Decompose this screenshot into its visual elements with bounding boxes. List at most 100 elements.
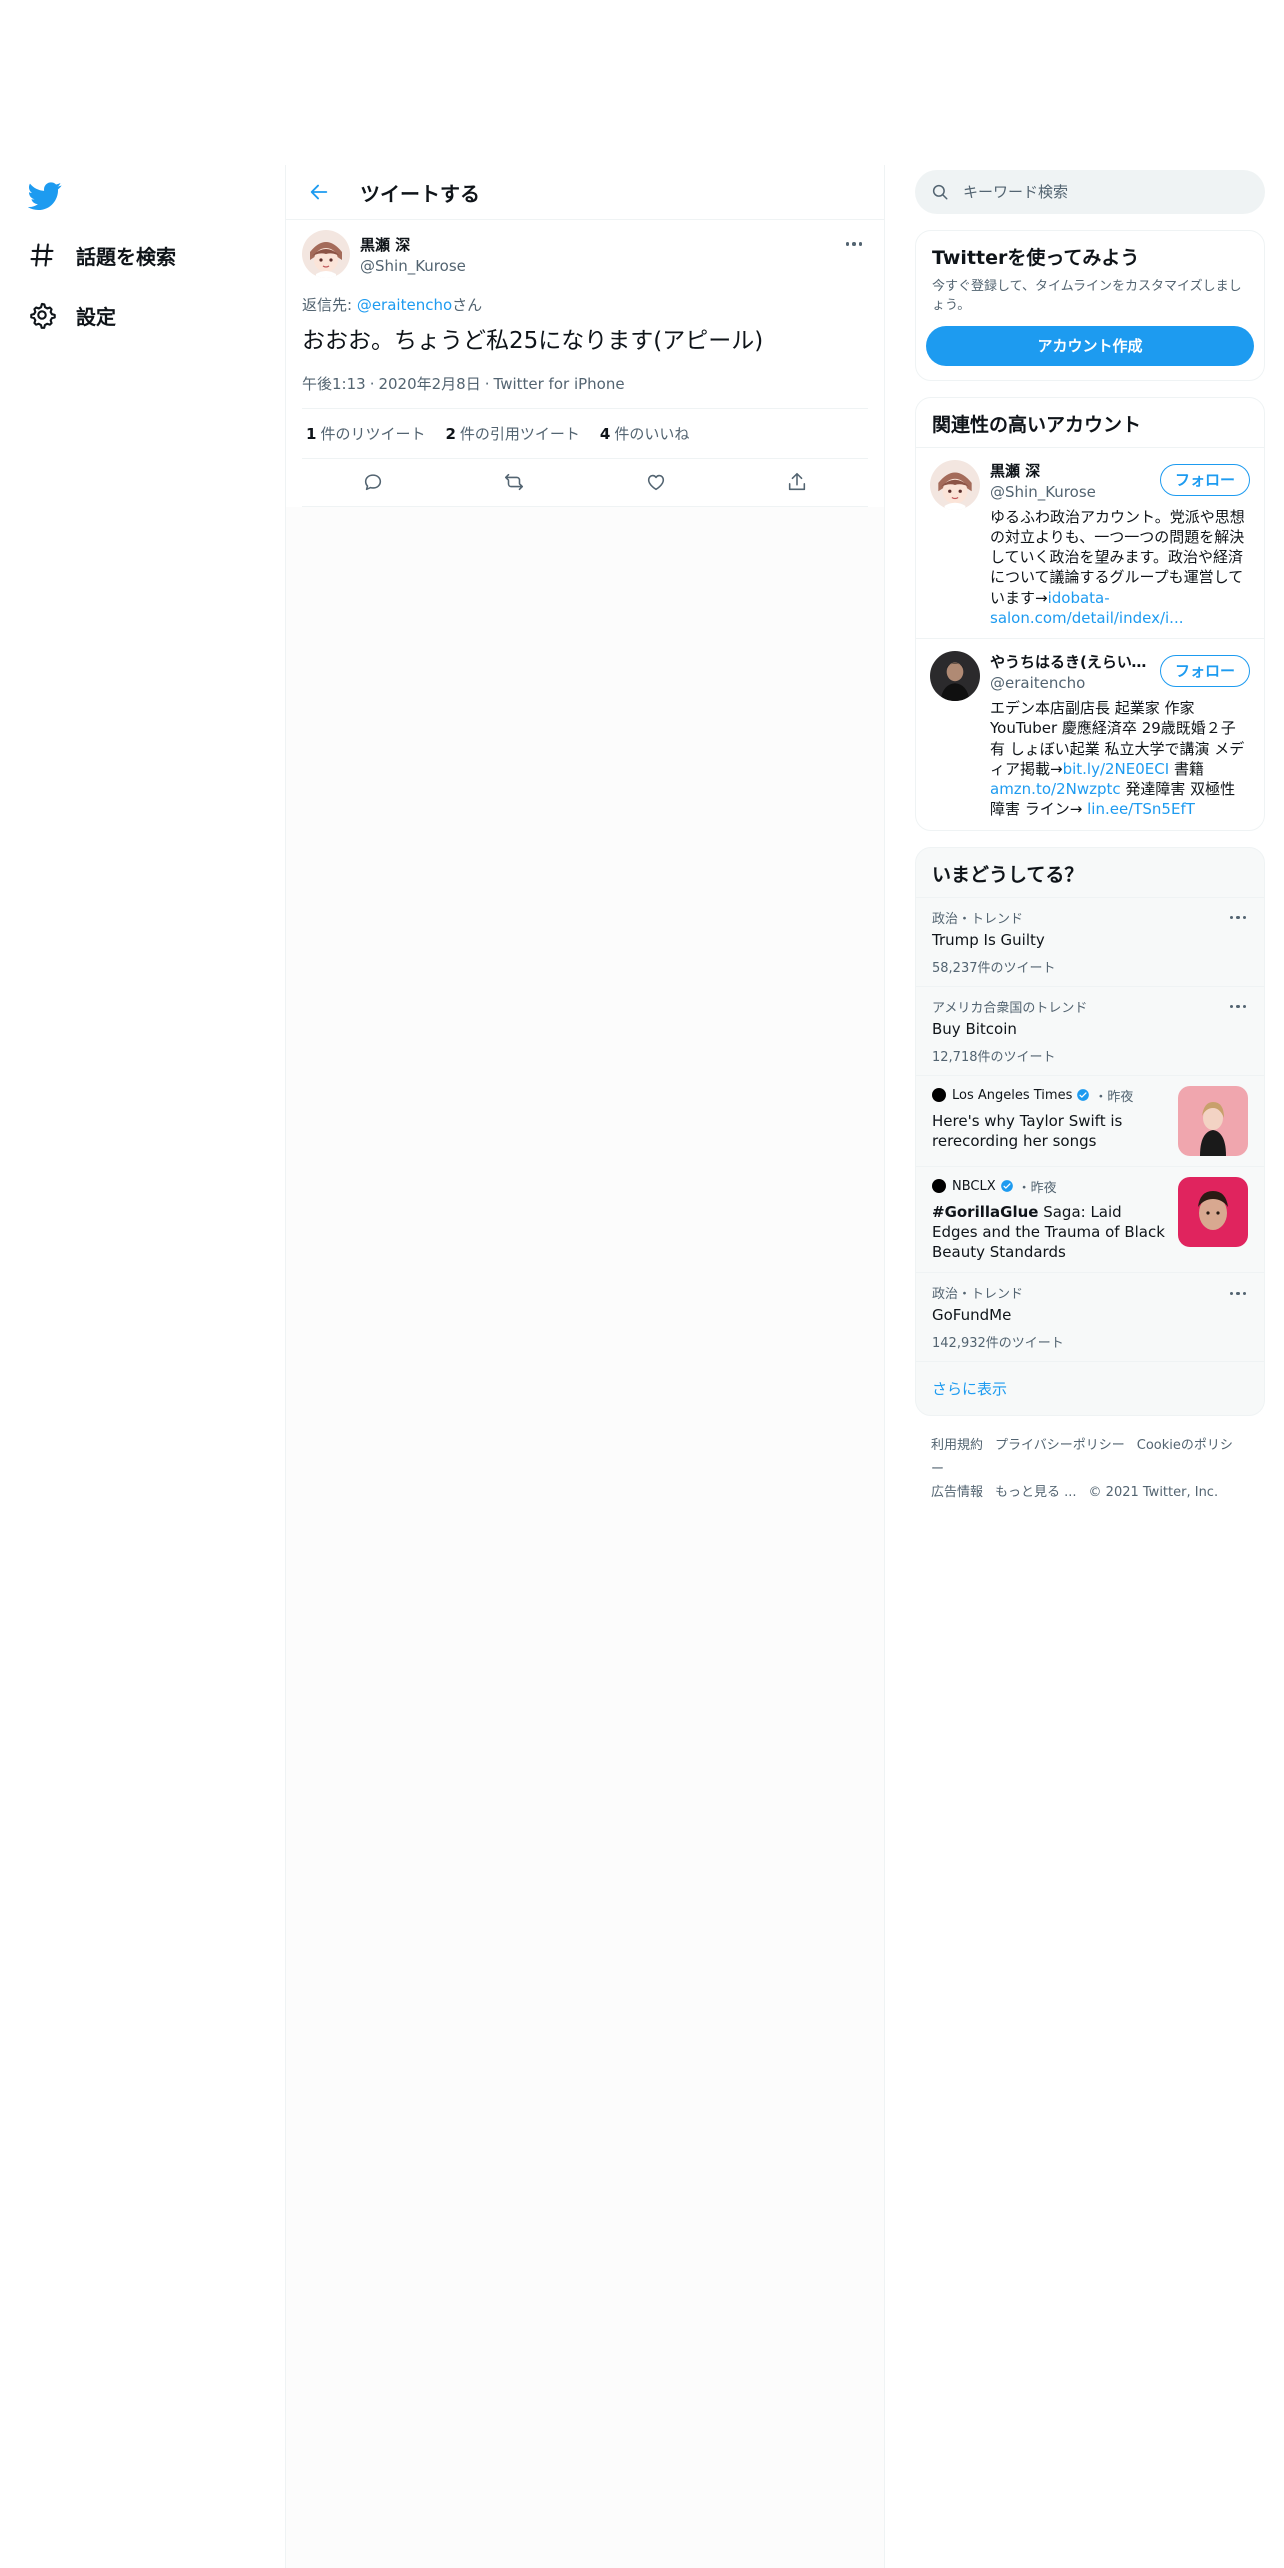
- account-item[interactable]: やうちはるき(えらいてんちょう) @eraitencho エデン本店副店長 起業…: [916, 638, 1264, 830]
- trends-card: いまどうしてる？ 政治・トレンド Trump Is Guilty 58,237件…: [915, 846, 1265, 1417]
- account-bio: ゆるふわ政治アカウント。党派や思想の対立よりも、一つ一つの問題を解決していく政治…: [990, 507, 1250, 629]
- bio-link[interactable]: bit.ly/2NE0ECI: [1063, 760, 1170, 778]
- nav-settings-label: 設定: [76, 304, 116, 329]
- news-title: #GorillaGlue Saga: Laid Edges and the Tr…: [932, 1202, 1170, 1263]
- more-options-icon[interactable]: [840, 234, 868, 254]
- avatar[interactable]: [302, 230, 350, 278]
- create-account-button[interactable]: アカウント作成: [926, 325, 1254, 366]
- retweets-stat[interactable]: 1 件のリツイート: [306, 423, 425, 444]
- news-source-row: NBCLX ・昨夜: [932, 1177, 1170, 1196]
- trend-count: 12,718件のツイート: [932, 1049, 1056, 1065]
- reply-handle-link[interactable]: @eraitencho: [357, 296, 452, 314]
- footer-terms-link[interactable]: 利用規約: [931, 1438, 983, 1453]
- reply-suffix: さん: [452, 296, 483, 314]
- nav-explore[interactable]: 話題を検索: [28, 235, 176, 275]
- footer-ads-link[interactable]: 広告情報: [931, 1485, 983, 1500]
- tweet-text: おおお。ちょうど私25になります(アピール): [302, 328, 764, 354]
- news-source: Los Angeles Times: [952, 1087, 1073, 1103]
- news-thumbnail: [1178, 1176, 1248, 1247]
- trend-item[interactable]: 政治・トレンド GoFundMe 142,932件のツイート: [916, 1272, 1264, 1361]
- news-thumbnail: [1178, 1085, 1248, 1156]
- bio-text: ゆるふわ政治アカウント。党派や思想の対立よりも、一つ一つの問題を解決していく政治…: [990, 507, 1245, 607]
- verified-badge-icon: [1077, 1089, 1090, 1102]
- trends-title: いまどうしてる？: [932, 863, 1084, 886]
- likes-count: 4: [599, 424, 611, 443]
- arrow-left-icon: [310, 184, 328, 200]
- trend-item[interactable]: 政治・トレンド Trump Is Guilty 58,237件のツイート: [916, 896, 1264, 986]
- retweets-count: 1: [306, 424, 317, 443]
- tweet-actions: [302, 459, 868, 507]
- account-name[interactable]: 黒瀬 深: [990, 460, 1150, 481]
- signup-title: Twitterを使ってみよう: [932, 247, 1140, 269]
- twitter-logo-icon[interactable]: [27, 179, 62, 213]
- more-options-icon[interactable]: [1224, 1283, 1252, 1303]
- search-input[interactable]: [963, 183, 1223, 201]
- more-options-icon[interactable]: [1224, 908, 1252, 928]
- news-body: Los Angeles Times ・昨夜 Here's why Taylor …: [932, 1086, 1170, 1156]
- trend-count: 142,932件のツイート: [932, 1336, 1064, 1352]
- footer-copyright: © 2021 Twitter, Inc.: [1088, 1485, 1219, 1501]
- tweet-stats: 1 件のリツイート 2 件の引用ツイート 4 件のいいね: [302, 409, 868, 459]
- source-logo-icon: [932, 1179, 946, 1194]
- page-title: ツイートする: [360, 181, 480, 206]
- trend-context: 政治・トレンド: [932, 1287, 1024, 1303]
- trend-context: アメリカ合衆国のトレンド: [932, 1000, 1088, 1016]
- likes-label: 件のいいね: [614, 424, 690, 443]
- retweet-icon[interactable]: [496, 464, 532, 500]
- account-name[interactable]: やうちはるき(えらいてんちょう): [990, 651, 1150, 672]
- retweets-label: 件のリツイート: [320, 424, 426, 443]
- reply-to: 返信先: @eraitenchoさん: [302, 294, 868, 315]
- trend-context: 政治・トレンド: [932, 911, 1024, 927]
- trend-name: Trump Is Guilty: [932, 930, 1045, 949]
- search-icon: [932, 184, 948, 200]
- hashtag-icon: [30, 243, 54, 267]
- news-source-row: Los Angeles Times ・昨夜: [932, 1086, 1170, 1105]
- news-time: ・昨夜: [1094, 1089, 1134, 1105]
- show-more-link[interactable]: さらに表示: [916, 1361, 1264, 1415]
- trend-name: GoFundMe: [932, 1306, 1012, 1325]
- footer-more-link[interactable]: もっと見る ...: [995, 1485, 1077, 1500]
- tweet-time[interactable]: 午後1:13: [302, 375, 366, 393]
- author-info: 黒瀬 深 @Shin_Kurose: [360, 234, 466, 275]
- related-accounts-card: 関連性の高いアカウント 黒瀬 深 @Shin_Kurose ゆるふわ政治アカウン…: [915, 396, 1265, 831]
- search-bar[interactable]: [915, 170, 1265, 214]
- back-button[interactable]: [302, 175, 336, 209]
- follow-button[interactable]: フォロー: [1159, 463, 1250, 496]
- verified-badge-icon: [1000, 1180, 1013, 1193]
- news-item[interactable]: NBCLX ・昨夜 #GorillaGlue Saga: Laid Edges …: [916, 1165, 1264, 1273]
- news-hashtag[interactable]: #GorillaGlue: [932, 1203, 1038, 1221]
- author-name[interactable]: 黒瀬 深: [360, 234, 466, 255]
- tweet-author-row: 黒瀬 深 @Shin_Kurose: [302, 230, 868, 278]
- author-handle[interactable]: @Shin_Kurose: [360, 257, 466, 275]
- reply-icon[interactable]: [355, 464, 391, 500]
- related-title: 関連性の高いアカウント: [932, 413, 1142, 436]
- tweet-source[interactable]: Twitter for iPhone: [494, 375, 625, 393]
- bio-link[interactable]: lin.ee/TSn5EfT: [1087, 800, 1195, 818]
- tweet-meta: 午後1:13 · 2020年2月8日 · Twitter for iPhone: [302, 373, 868, 409]
- nav-settings[interactable]: 設定: [28, 295, 116, 335]
- quotes-stat[interactable]: 2 件の引用ツイート: [445, 423, 579, 444]
- trend-item[interactable]: アメリカ合衆国のトレンド Buy Bitcoin 12,718件のツイート: [916, 985, 1264, 1075]
- like-icon[interactable]: [638, 464, 674, 500]
- account-item[interactable]: 黒瀬 深 @Shin_Kurose ゆるふわ政治アカウント。党派や思想の対立より…: [916, 446, 1264, 639]
- more-options-icon[interactable]: [1224, 997, 1252, 1017]
- tweet: 黒瀬 深 @Shin_Kurose 返信先: @eraitenchoさん おおお…: [286, 220, 884, 507]
- reply-prefix: 返信先:: [302, 296, 357, 314]
- quotes-count: 2: [445, 424, 456, 443]
- likes-stat[interactable]: 4 件のいいね: [600, 423, 689, 444]
- bio-link[interactable]: amzn.to/2Nwzptc: [990, 780, 1121, 798]
- bio-text: 書籍: [1169, 759, 1204, 778]
- trend-count: 58,237件のツイート: [932, 960, 1056, 976]
- avatar[interactable]: [930, 651, 980, 702]
- news-item[interactable]: Los Angeles Times ・昨夜 Here's why Taylor …: [916, 1074, 1264, 1166]
- news-source: NBCLX: [952, 1178, 996, 1194]
- avatar[interactable]: [930, 459, 980, 510]
- follow-button[interactable]: フォロー: [1159, 655, 1250, 688]
- footer: 利用規約 プライバシーポリシー Cookieのポリシー 広告情報 もっと見る ... ©…: [915, 1416, 1265, 1504]
- tweet-date[interactable]: 2020年2月8日: [378, 375, 480, 393]
- share-icon[interactable]: [779, 464, 815, 500]
- account-bio: エデン本店副店長 起業家 作家 YouTuber 慶應経済卒 29歳既婚２子有 …: [990, 698, 1250, 820]
- trend-name: Buy Bitcoin: [932, 1019, 1017, 1038]
- source-logo-icon: [932, 1088, 946, 1103]
- footer-privacy-link[interactable]: プライバシーポリシー: [995, 1438, 1125, 1453]
